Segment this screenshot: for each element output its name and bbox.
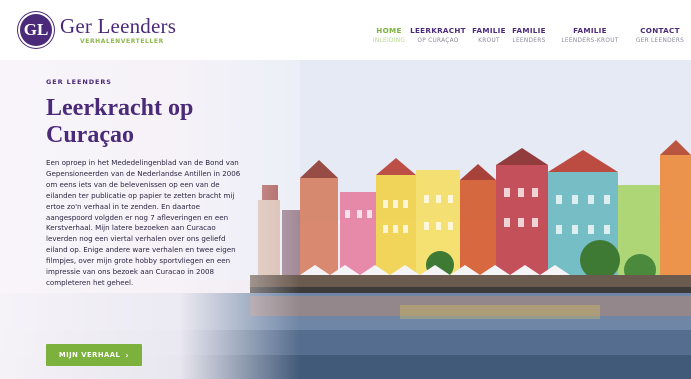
cta-label: MIJN VERHAAL	[58, 351, 121, 359]
nav-item-label: FAMILIE	[472, 26, 506, 35]
chevron-right-icon: ›	[125, 350, 130, 360]
nav-item-label: FAMILIE	[512, 26, 546, 35]
brand-subtitle: VERHALENVERTELLER	[80, 38, 164, 45]
mijn-verhaal-button[interactable]: MIJN VERHAAL ›	[46, 344, 142, 366]
hero-body-text: Een oproep in het Mededelingenblad van d…	[46, 158, 241, 287]
nav-item-label: CONTACT	[640, 26, 680, 35]
nav-item-home[interactable]: HOME INLEIDING	[371, 26, 407, 44]
page-title: Leerkracht op Curaçao	[46, 95, 194, 148]
nav-item-sublabel: INLEIDING	[372, 38, 406, 44]
site-header: GL Ger Leenders VERHALENVERTELLER HOME I…	[0, 0, 691, 60]
nav-item-sublabel: GER LEENDERS	[635, 38, 685, 44]
hero-eyebrow: GER LEENDERS	[46, 78, 112, 86]
nav-item-sublabel: KROUT	[478, 38, 500, 44]
nav-item-sublabel: LEENDERS	[512, 38, 546, 44]
brand-title[interactable]: Ger Leenders	[60, 14, 176, 39]
logo-badge[interactable]: GL	[18, 12, 54, 48]
nav-item-leerkracht[interactable]: LEERKRACHT OP CURAÇAO	[410, 26, 466, 44]
nav-item-familie-krout[interactable]: FAMILIE KROUT	[471, 26, 507, 44]
nav-item-sublabel: LEENDERS-KROUT	[561, 38, 619, 44]
nav-item-label: LEERKRACHT	[410, 26, 466, 35]
nav-item-sublabel: OP CURAÇAO	[417, 38, 459, 44]
nav-item-familie-leenders-krout[interactable]: FAMILIE LEENDERS-KROUT	[557, 26, 623, 44]
nav-item-familie-leenders[interactable]: FAMILIE LEENDERS	[511, 26, 547, 44]
nav-item-contact[interactable]: CONTACT GER LEENDERS	[633, 26, 687, 44]
nav-item-label: HOME	[376, 26, 402, 35]
nav-item-label: FAMILIE	[573, 26, 607, 35]
